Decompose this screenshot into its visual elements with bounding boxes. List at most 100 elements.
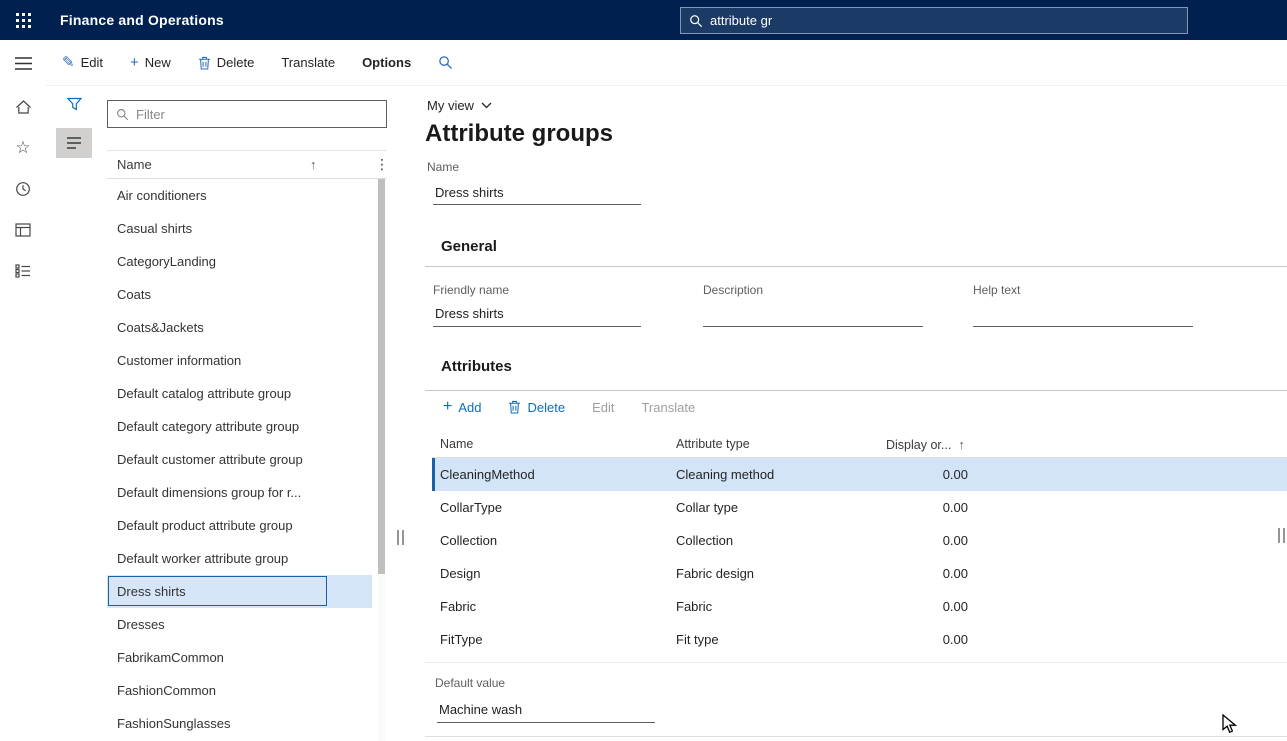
app-launcher-button[interactable] [0,0,46,40]
list-item[interactable]: Default worker attribute group [107,542,372,575]
help-text-input[interactable] [973,301,1193,327]
forms-button[interactable] [0,209,46,250]
list-item[interactable]: Casual shirts [107,212,372,245]
edit-attribute-button[interactable]: Edit [592,400,614,415]
column-more-icon[interactable]: ⋮ [375,156,389,173]
list-item[interactable]: Dresses [107,608,372,641]
translate-button[interactable]: Translate [281,55,335,70]
friendly-name-label: Friendly name [433,283,641,297]
description-input[interactable] [703,301,923,327]
app-title: Finance and Operations [60,12,224,28]
name-field-input[interactable]: Dress shirts [433,180,641,205]
cell-attribute-type: Fit type [676,623,719,656]
cell-name: CleaningMethod [440,458,535,491]
general-section-header[interactable]: General [441,238,497,255]
list-item[interactable]: Default dimensions group for r... [107,476,372,509]
cell-display-order: 0.00 [886,524,968,557]
home-icon [15,99,32,115]
translate-attribute-button[interactable]: Translate [641,400,695,415]
list-filter-field[interactable] [107,100,387,128]
star-icon: ☆ [15,139,30,156]
column-header-attribute-type[interactable]: Attribute type [676,437,750,451]
hamburger-icon [15,57,32,70]
table-row[interactable]: Collection Collection 0.00 [432,524,1287,557]
chevron-down-icon [481,102,492,109]
friendly-name-field: Friendly name Dress shirts [433,283,641,327]
list-item[interactable]: Air conditioners [107,179,372,212]
list-filter-input[interactable] [136,107,378,122]
translate-label: Translate [281,55,335,70]
default-value-input[interactable]: Machine wash [437,697,655,723]
edit-button[interactable]: ✎ Edit [62,55,103,70]
help-text-field: Help text [973,283,1193,327]
list-item[interactable]: Coats [107,278,372,311]
list-item[interactable]: Customer information [107,344,372,377]
attributes-section-header[interactable]: Attributes [441,358,512,375]
list-scrollbar[interactable] [378,179,385,741]
list-item[interactable]: FashionCommon [107,674,372,707]
cell-name: Fabric [440,590,476,623]
waffle-icon [16,13,31,28]
cell-attribute-type: Fabric design [676,557,754,590]
favorites-button[interactable]: ☆ [0,127,46,168]
translate-label: Translate [641,400,695,415]
workspaces-button[interactable] [0,250,46,291]
delete-attribute-button[interactable]: Delete [508,400,565,415]
panel-splitter-handle[interactable] [397,530,404,545]
list-view-button[interactable] [56,128,92,158]
global-search-input[interactable] [710,13,1179,28]
cell-name: Collection [440,524,497,557]
sort-ascending-icon: ↑ [958,437,965,452]
view-selector[interactable]: My view [427,98,492,113]
new-label: New [145,55,171,70]
options-menu-button[interactable]: Options [362,55,411,70]
table-row-selected[interactable]: CleaningMethod Cleaning method 0.00 [432,458,1287,491]
list-item[interactable]: Default product attribute group [107,509,372,542]
description-label: Description [703,283,923,297]
list-item[interactable]: Default customer attribute group [107,443,372,476]
table-row[interactable]: FitType Fit type 0.00 [432,623,1287,656]
delete-label: Delete [527,400,565,415]
list-item[interactable]: CategoryLanding [107,245,372,278]
sort-ascending-icon: ↑ [310,157,317,172]
cell-name: CollarType [440,491,502,524]
cell-display-order: 0.00 [886,491,968,524]
action-bar-search-button[interactable] [438,55,453,70]
edit-icon: ✎ [62,55,75,70]
cell-attribute-type: Cleaning method [676,458,774,491]
edit-label: Edit [592,400,614,415]
add-label: Add [458,400,481,415]
column-header-name[interactable]: Name [440,437,473,451]
filter-search-icon [116,108,129,121]
general-section-divider [425,266,1287,267]
global-search-box[interactable] [680,7,1188,34]
new-button[interactable]: + New [130,55,171,70]
top-navigation-bar: Finance and Operations [0,0,1287,40]
default-value-label: Default value [435,676,505,690]
list-item[interactable]: Coats&Jackets [107,311,372,344]
table-row[interactable]: CollarType Collar type 0.00 [432,491,1287,524]
list-item-selected[interactable]: Dress shirts [107,575,372,608]
home-button[interactable] [0,86,46,127]
cell-display-order: 0.00 [886,557,968,590]
attributes-grid-header: Name Attribute type Display or... ↑ [432,432,1287,458]
column-header-display-order[interactable]: Display or... ↑ [886,437,965,452]
delete-button[interactable]: Delete [198,55,255,70]
list-item[interactable]: FashionSunglasses [107,707,372,740]
list-item[interactable]: Default category attribute group [107,410,372,443]
add-attribute-button[interactable]: + Add [443,399,481,415]
table-row[interactable]: Fabric Fabric 0.00 [432,590,1287,623]
section-bottom-divider [425,736,1287,737]
right-splitter-handle[interactable] [1278,528,1285,543]
table-row[interactable]: Design Fabric design 0.00 [432,557,1287,590]
list-item[interactable]: Default catalog attribute group [107,377,372,410]
list-scrollbar-thumb[interactable] [378,179,385,574]
recent-button[interactable] [0,168,46,209]
nav-menu-button[interactable] [0,40,46,86]
filter-pane-button[interactable] [58,90,90,118]
friendly-name-input[interactable]: Dress shirts [433,301,641,327]
list-item[interactable]: FabrikamCommon [107,641,372,674]
edit-label: Edit [81,55,103,70]
list-column-header[interactable]: Name ↑ ⋮ [107,150,387,179]
name-field-label: Name [427,160,459,174]
